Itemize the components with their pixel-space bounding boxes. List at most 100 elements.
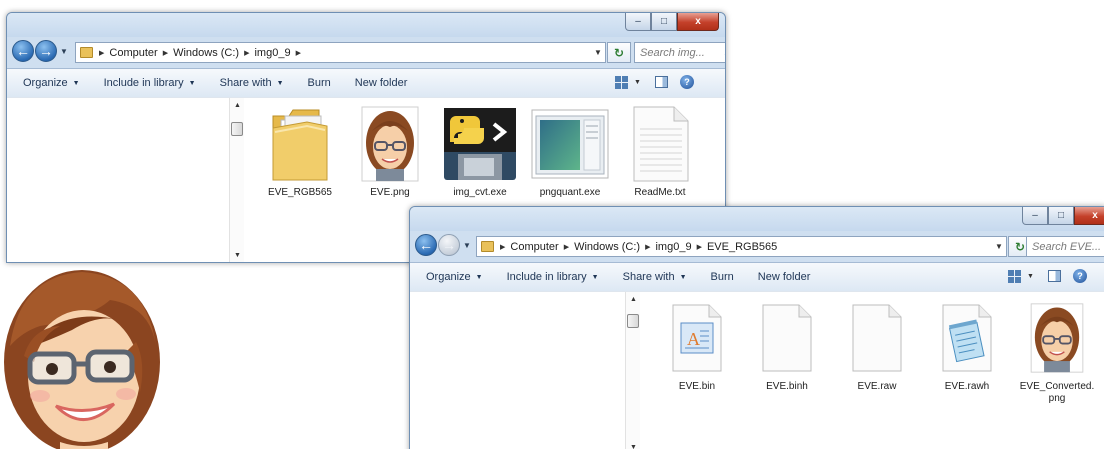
breadcrumb-folder[interactable]: img0_9: [655, 241, 691, 253]
share-with-menu[interactable]: Share with ▼: [220, 77, 284, 89]
navigation-pane[interactable]: [410, 292, 624, 449]
title-bar[interactable]: – □ x: [410, 207, 1104, 231]
organize-label: Organize: [23, 77, 68, 89]
eve-avatar-icon: [1017, 298, 1097, 378]
maximize-button[interactable]: □: [1048, 207, 1074, 225]
view-controls: ▼ ?: [1008, 269, 1087, 283]
new-folder-button[interactable]: New folder: [355, 77, 408, 89]
command-bar: Organize ▼ Include in library ▼ Share with…: [410, 262, 1104, 291]
chevron-right-icon[interactable]: ▶: [99, 49, 104, 57]
file-item[interactable]: ReadMe.txt: [615, 104, 705, 199]
search-input[interactable]: [1032, 240, 1104, 253]
navigation-pane[interactable]: [7, 98, 228, 262]
view-options-dropdown-icon[interactable]: ▼: [634, 79, 641, 86]
scroll-up-icon[interactable]: ▲: [230, 98, 245, 112]
caption-buttons: – □ x: [625, 13, 719, 31]
include-in-library-label: Include in library: [506, 271, 587, 283]
navigation-bar: ← → ▼ ▶ Computer ▶ Windows (C:) ▶ img0_9…: [410, 231, 1104, 261]
search-input[interactable]: [640, 46, 723, 59]
new-folder-button[interactable]: New folder: [758, 271, 811, 283]
forward-arrow-icon: →: [39, 43, 53, 59]
help-icon[interactable]: ?: [679, 75, 694, 89]
file-item[interactable]: EVE_Converted.png: [1012, 298, 1102, 405]
organize-menu[interactable]: Organize ▼: [23, 77, 80, 89]
chevron-down-icon: ▼: [188, 79, 196, 87]
address-bar[interactable]: ▶ Computer ▶ Windows (C:) ▶ img0_9 ▶ EVE…: [476, 236, 1007, 257]
chevron-right-icon[interactable]: ▶: [244, 49, 249, 57]
breadcrumb-computer[interactable]: Computer: [510, 241, 558, 253]
file-item[interactable]: A EVE.bin: [652, 298, 742, 405]
maximize-button[interactable]: □: [651, 13, 677, 31]
include-in-library-menu[interactable]: Include in library ▼: [507, 271, 599, 283]
scroll-up-icon[interactable]: ▲: [626, 292, 641, 306]
explorer-window-eve-rgb565: – □ x ← → ▼ ▶ Computer ▶ Windows (C:) ▶ …: [409, 206, 1104, 449]
scroll-thumb[interactable]: [231, 122, 243, 136]
recent-pages-dropdown-icon[interactable]: ▼: [463, 241, 471, 250]
forward-button[interactable]: →: [438, 234, 460, 256]
scroll-down-icon[interactable]: ▼: [626, 440, 641, 449]
file-item[interactable]: EVE.rawh: [922, 298, 1012, 405]
file-name: EVE.png: [370, 187, 410, 198]
refresh-icon: ↻: [613, 45, 625, 60]
chevron-down-icon: ▼: [72, 79, 80, 87]
close-button[interactable]: x: [1074, 207, 1104, 225]
share-with-menu[interactable]: Share with ▼: [623, 271, 687, 283]
minimize-button[interactable]: –: [625, 13, 651, 31]
breadcrumb-drive[interactable]: Windows (C:): [173, 47, 239, 59]
chevron-right-icon[interactable]: ▶: [500, 243, 505, 251]
search-box[interactable]: ⌕: [634, 42, 725, 63]
file-item[interactable]: EVE.png: [345, 104, 435, 199]
share-with-label: Share with: [622, 271, 675, 283]
refresh-button[interactable]: ↻: [607, 42, 631, 63]
scroll-thumb[interactable]: [627, 314, 639, 328]
view-options-dropdown-icon[interactable]: ▼: [1027, 273, 1034, 280]
search-box[interactable]: ⌕: [1026, 236, 1104, 257]
breadcrumb-subfolder[interactable]: EVE_RGB565: [707, 241, 777, 253]
address-dropdown-icon[interactable]: ▼: [591, 48, 605, 57]
chevron-right-icon[interactable]: ▶: [163, 49, 168, 57]
file-name: img_cvt.exe: [453, 187, 507, 198]
back-button[interactable]: ←: [415, 234, 437, 256]
chevron-right-icon[interactable]: ▶: [645, 243, 650, 251]
minimize-button[interactable]: –: [1022, 207, 1048, 225]
address-dropdown-icon[interactable]: ▼: [992, 242, 1006, 251]
change-view-icon[interactable]: [615, 75, 628, 89]
back-arrow-icon: ←: [419, 237, 433, 253]
file-item[interactable]: EVE.raw: [832, 298, 922, 405]
file-item[interactable]: pngquant.exe: [525, 104, 615, 199]
close-button[interactable]: x: [677, 13, 719, 31]
burn-label: Burn: [710, 271, 734, 283]
preview-pane-icon[interactable]: [1047, 270, 1061, 282]
chevron-right-icon[interactable]: ▶: [564, 243, 569, 251]
python-floppy-icon: [440, 104, 520, 184]
file-item[interactable]: img_cvt.exe: [435, 104, 525, 199]
app-window-icon: [530, 104, 610, 184]
forward-button[interactable]: →: [35, 40, 57, 62]
chevron-down-icon: ▼: [276, 79, 284, 87]
preview-pane-icon[interactable]: [654, 76, 668, 88]
file-item[interactable]: EVE.binh: [742, 298, 832, 405]
file-item[interactable]: EVE_RGB565: [255, 104, 345, 199]
include-in-library-menu[interactable]: Include in library ▼: [104, 77, 196, 89]
breadcrumb-drive[interactable]: Windows (C:): [574, 241, 640, 253]
burn-button[interactable]: Burn: [308, 77, 331, 89]
chevron-right-icon[interactable]: ▶: [296, 49, 301, 57]
scroll-down-icon[interactable]: ▼: [230, 248, 245, 262]
recent-pages-dropdown-icon[interactable]: ▼: [60, 47, 68, 56]
file-pane: ▲ ▼ A EVE.bin EVE.binh EVE.raw EVE.rawh …: [410, 291, 1104, 449]
navigation-scrollbar[interactable]: ▲ ▼: [229, 98, 244, 262]
search-icon[interactable]: ⌕: [722, 46, 725, 59]
breadcrumb-folder[interactable]: img0_9: [254, 47, 290, 59]
eve-avatar-image: [0, 266, 165, 449]
change-view-icon[interactable]: [1008, 269, 1021, 283]
title-bar[interactable]: – □ x: [7, 13, 725, 37]
back-button[interactable]: ←: [12, 40, 34, 62]
chevron-right-icon[interactable]: ▶: [697, 243, 702, 251]
address-bar[interactable]: ▶ Computer ▶ Windows (C:) ▶ img0_9 ▶ ▼: [75, 42, 606, 63]
navigation-scrollbar[interactable]: ▲ ▼: [625, 292, 640, 449]
burn-button[interactable]: Burn: [711, 271, 734, 283]
breadcrumb-computer[interactable]: Computer: [109, 47, 157, 59]
help-icon[interactable]: ?: [1072, 269, 1087, 283]
organize-menu[interactable]: Organize ▼: [426, 271, 483, 283]
refresh-icon: ↻: [1014, 239, 1026, 254]
